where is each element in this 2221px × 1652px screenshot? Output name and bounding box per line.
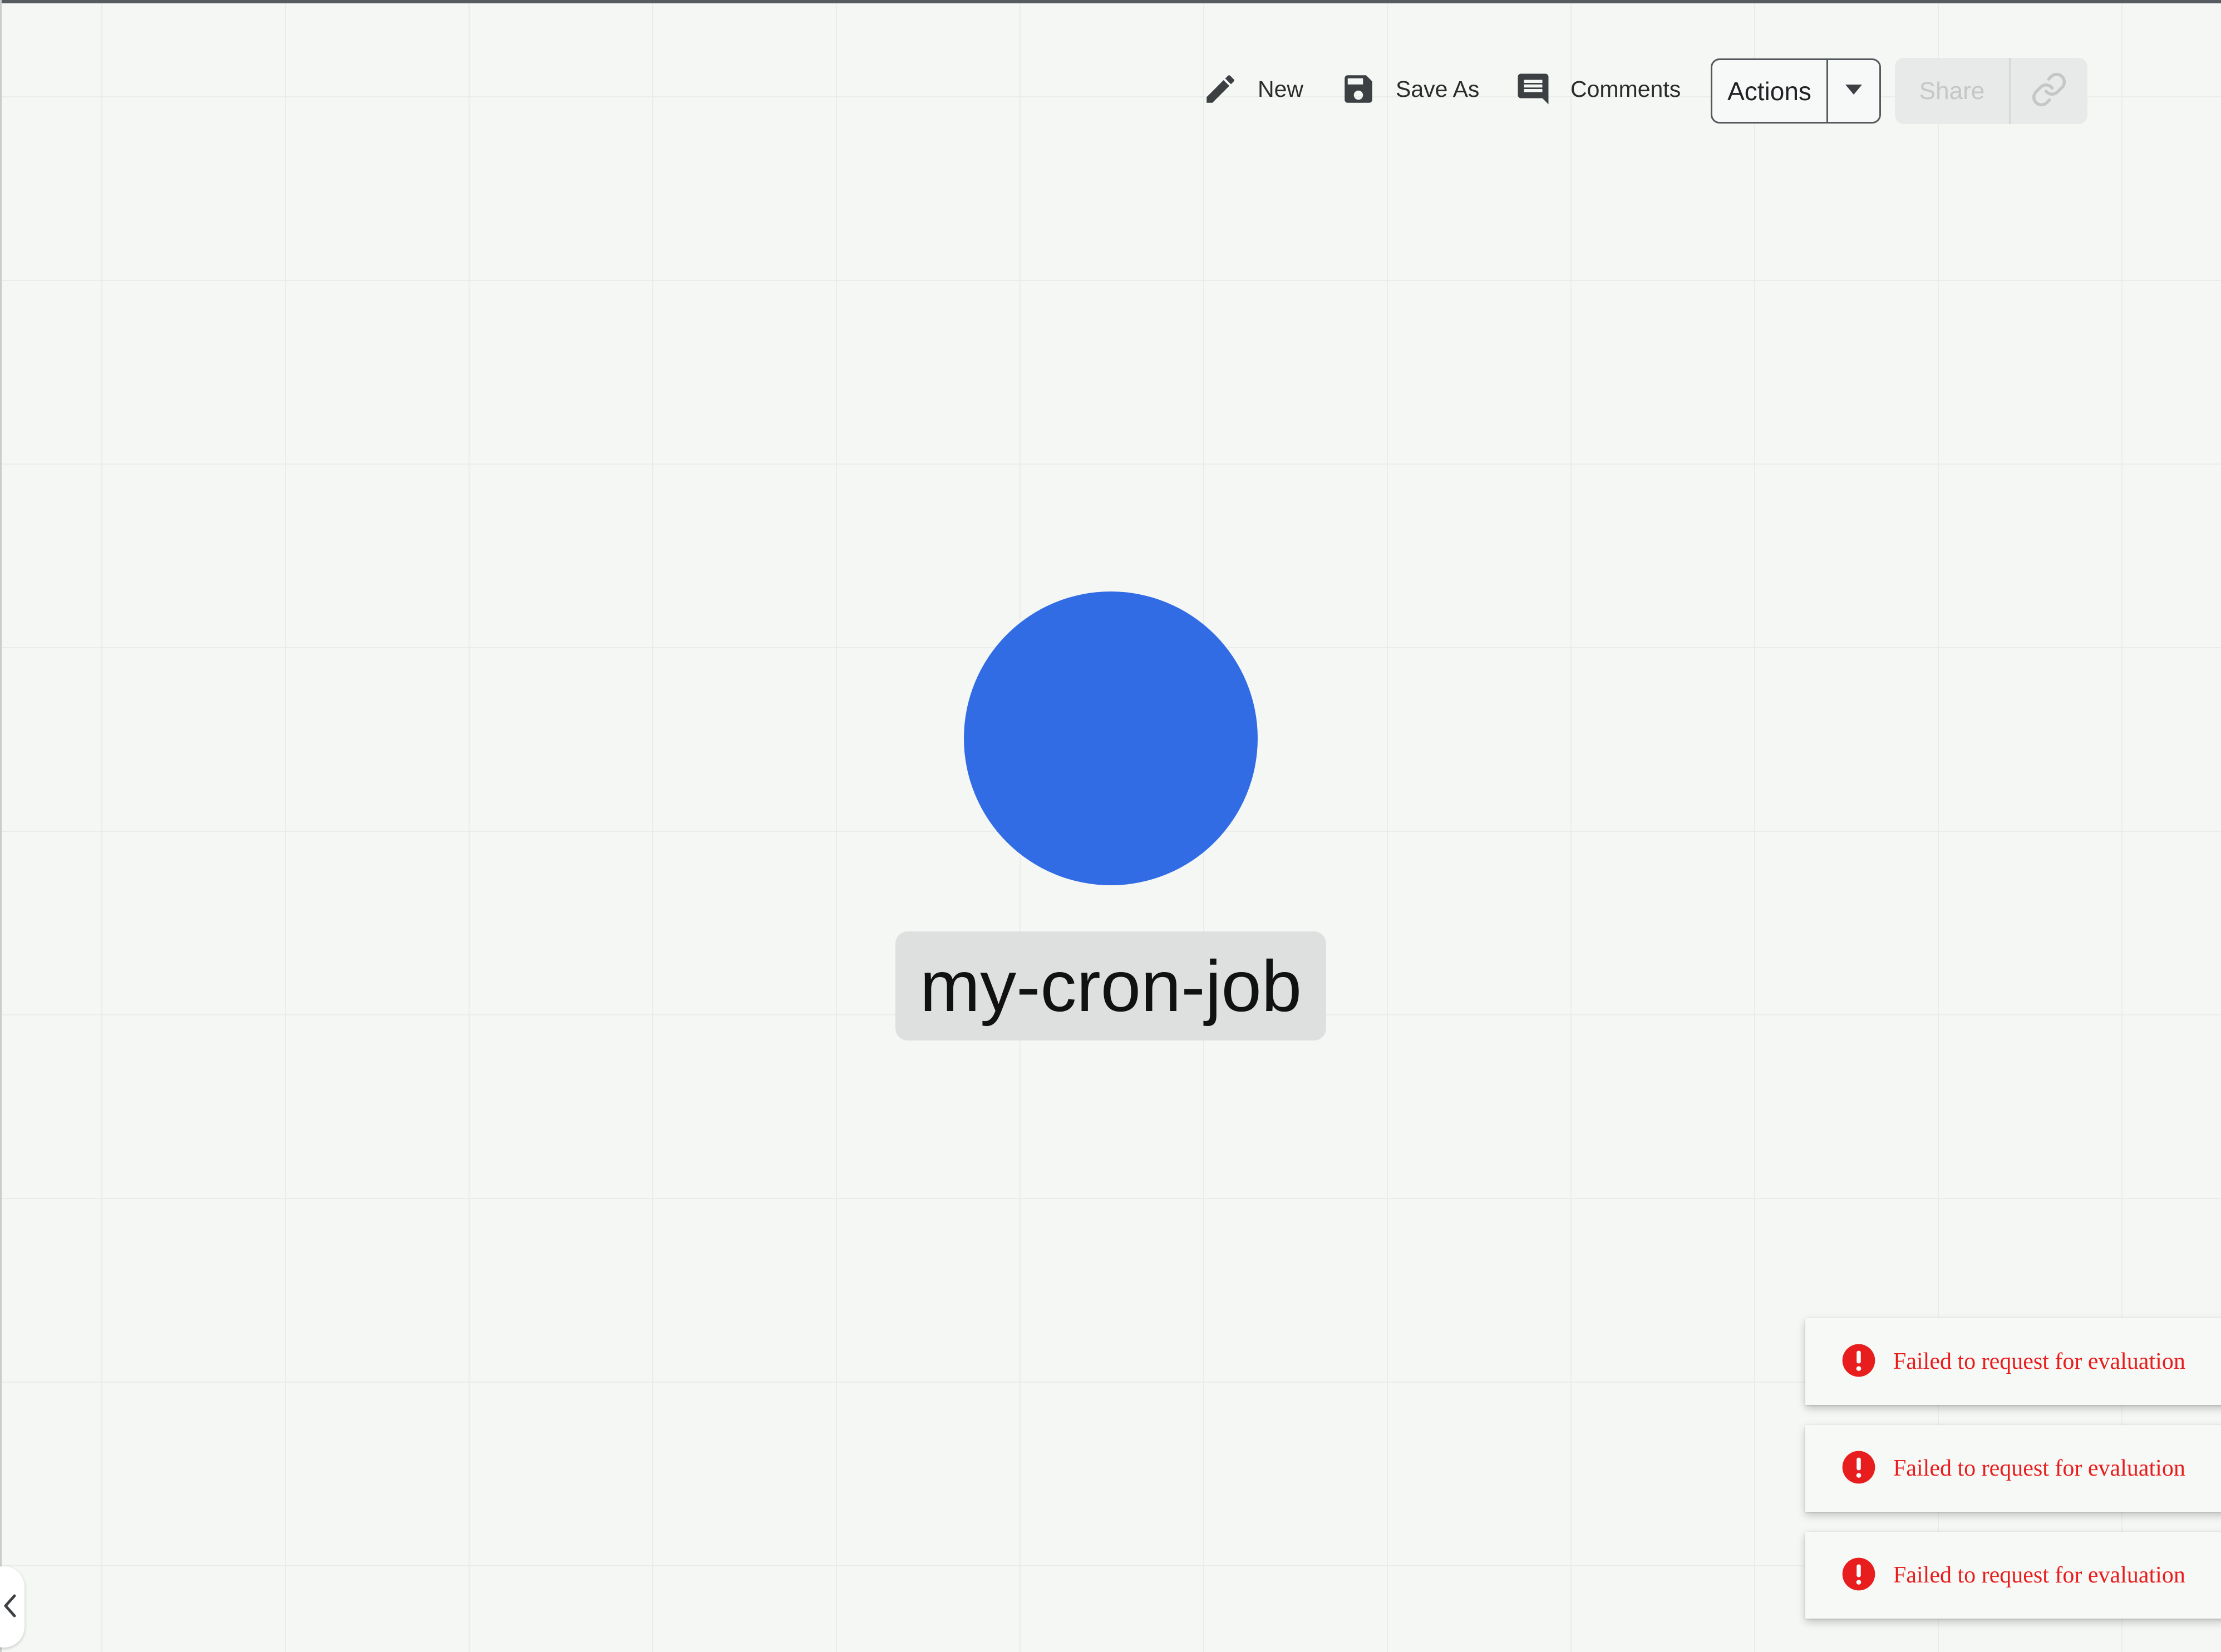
floppy-disk-icon <box>1340 71 1377 107</box>
toast-message: Failed to request for evaluation <box>1893 1562 2185 1588</box>
share-button[interactable]: Share <box>1895 58 2011 124</box>
save-as-button[interactable]: Save As <box>1340 61 1479 117</box>
error-toast[interactable]: Failed to request for evaluation <box>1805 1532 2221 1619</box>
copy-link-button[interactable] <box>2011 58 2087 124</box>
node-label[interactable]: my-cron-job <box>895 931 1326 1040</box>
chevron-left-icon <box>1 1594 18 1621</box>
canvas[interactable]: New Save As Comments Actions Share my-cr… <box>0 0 2221 1652</box>
error-circle-icon <box>1841 1449 1877 1488</box>
cron-job-node[interactable] <box>964 591 1258 885</box>
error-circle-icon <box>1841 1343 1877 1381</box>
sidebar-toggle-button[interactable] <box>0 1566 24 1648</box>
caret-down-icon <box>1845 85 1862 97</box>
comments-button-label: Comments <box>1570 76 1681 102</box>
error-circle-icon <box>1841 1556 1877 1595</box>
window-left-border <box>0 0 2 1652</box>
pencil-icon <box>1202 71 1239 107</box>
actions-split-button: Actions <box>1711 58 1881 124</box>
save-as-button-label: Save As <box>1396 76 1480 102</box>
comments-button[interactable]: Comments <box>1515 61 1681 117</box>
toast-message: Failed to request for evaluation <box>1893 1349 2185 1374</box>
comment-icon <box>1515 71 1552 107</box>
new-button[interactable]: New <box>1202 61 1303 117</box>
link-icon <box>2031 71 2067 111</box>
window-top-border <box>0 0 2221 3</box>
share-split-button: Share <box>1895 58 2087 124</box>
new-button-label: New <box>1258 76 1304 102</box>
actions-dropdown-toggle[interactable] <box>1828 60 1879 122</box>
actions-button[interactable]: Actions <box>1712 60 1828 122</box>
error-toast[interactable]: Failed to request for evaluation <box>1805 1318 2221 1405</box>
error-toast[interactable]: Failed to request for evaluation <box>1805 1425 2221 1512</box>
toast-message: Failed to request for evaluation <box>1893 1456 2185 1481</box>
